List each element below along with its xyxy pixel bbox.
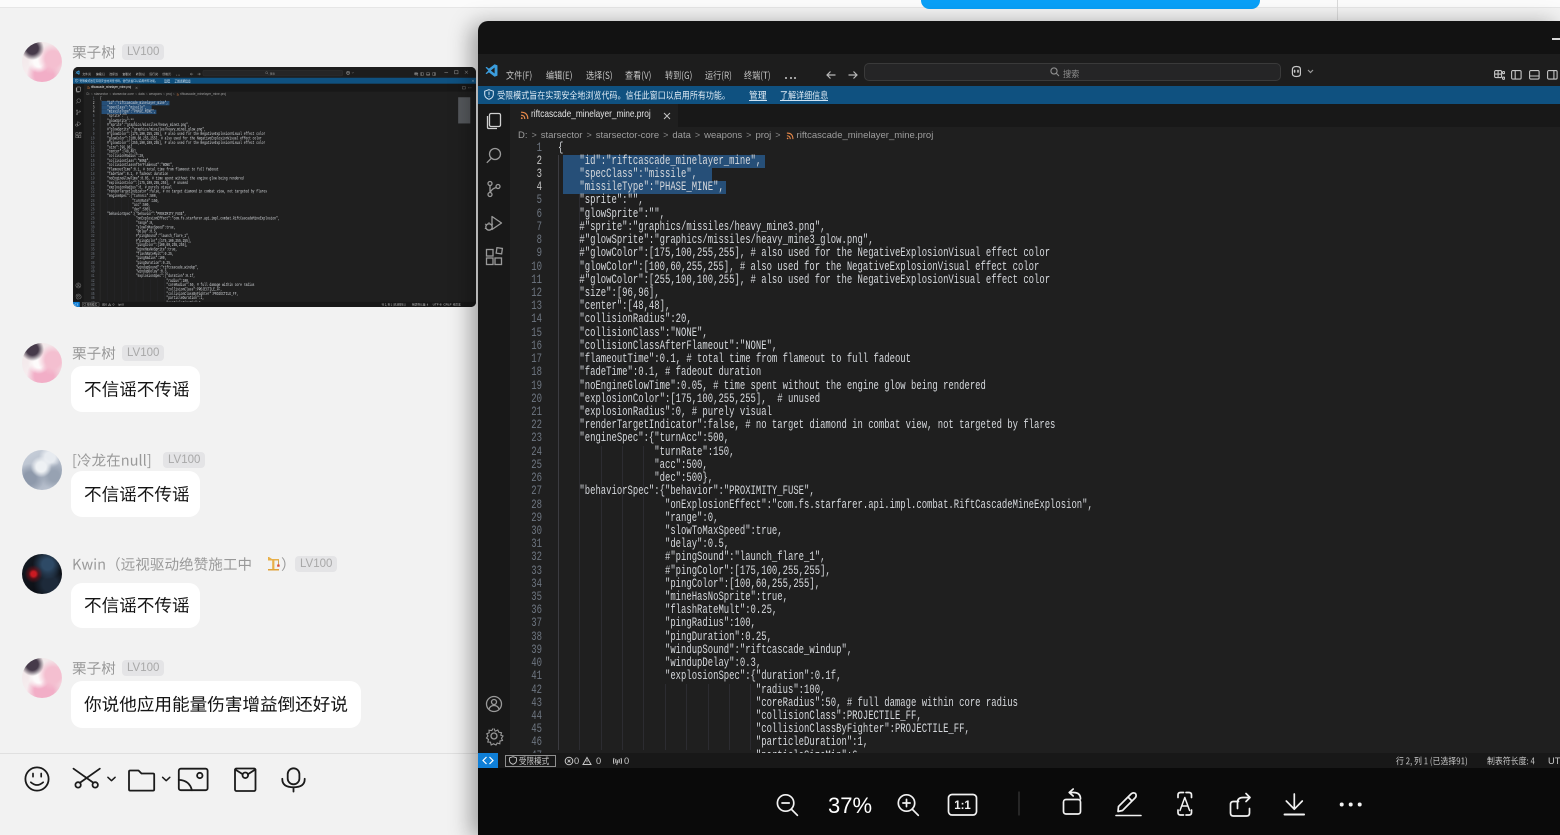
svg-text:1:1: 1:1 <box>954 800 971 812</box>
